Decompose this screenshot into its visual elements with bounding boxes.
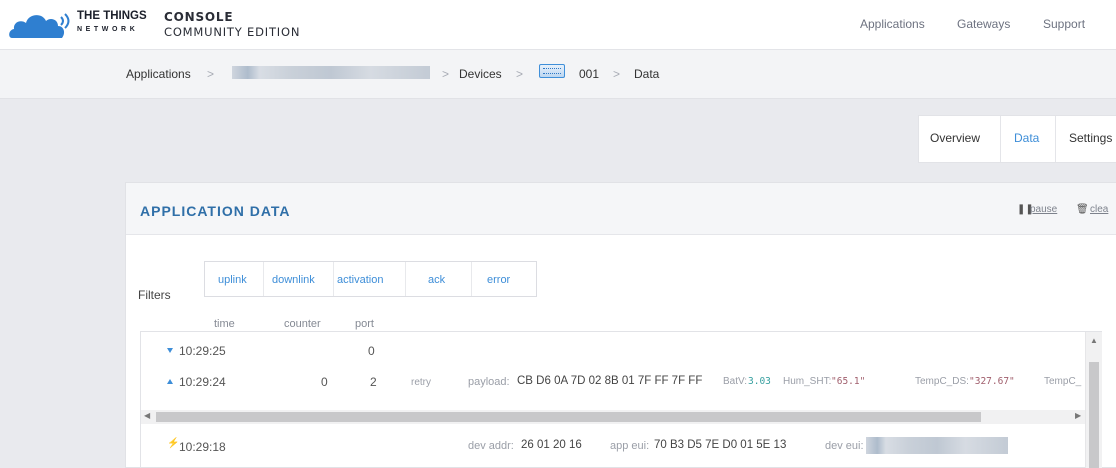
dev-eui-redacted <box>866 437 1008 454</box>
app-eui-value: 70 B3 D5 7E D0 01 5E 13 <box>654 439 787 451</box>
field-value: "65.1" <box>831 376 866 387</box>
field-value: "327.67" <box>969 376 1015 387</box>
data-table: 10:29:25 0 10:29:24 0 2 retry payload: C… <box>140 331 1102 468</box>
nav-support[interactable]: Support <box>1043 17 1085 31</box>
filter-divider <box>333 262 334 296</box>
trash-icon[interactable]: 🗑 <box>1076 204 1089 215</box>
row-time: 10:29:25 <box>179 344 226 358</box>
vertical-scroll-thumb[interactable] <box>1089 362 1099 468</box>
device-tabs: Overview Data Settings <box>918 115 1116 163</box>
tab-data[interactable]: Data <box>1014 131 1039 145</box>
nav-gateways[interactable]: Gateways <box>957 17 1010 31</box>
row-time: 10:29:18 <box>179 440 226 454</box>
dev-eui-label: dev eui: <box>825 440 864 452</box>
field-key: BatV: <box>723 376 748 387</box>
table-row[interactable]: 10:29:24 0 2 retry payload: CB D6 0A 7D … <box>141 368 1086 408</box>
filter-divider <box>471 262 472 296</box>
row-port: 2 <box>370 375 377 389</box>
edition-title: COMMUNITY EDITION <box>164 25 301 39</box>
filter-ack[interactable]: ack <box>428 274 445 286</box>
filter-downlink[interactable]: downlink <box>272 274 315 286</box>
cloud-logo-icon[interactable] <box>8 8 72 40</box>
field-key: TempC_ <box>1044 376 1082 387</box>
crumb-applications[interactable]: Applications <box>126 67 191 81</box>
vertical-scrollbar[interactable]: ▲ <box>1085 332 1102 468</box>
crumb-separator: > <box>442 67 450 81</box>
field-key: Hum_SHT: <box>783 376 832 387</box>
scroll-right-icon[interactable]: ▶ <box>1075 411 1081 420</box>
filter-uplink[interactable]: uplink <box>218 274 247 286</box>
filter-divider <box>263 262 264 296</box>
horizontal-scroll-thumb[interactable] <box>156 412 981 422</box>
tab-settings[interactable]: Settings <box>1069 131 1112 145</box>
crumb-separator: > <box>207 67 215 81</box>
filter-group: uplink downlink activation ack error <box>204 261 537 297</box>
uplink-icon <box>167 379 173 384</box>
crumb-device-id[interactable]: 001 <box>579 67 599 81</box>
panel-header: APPLICATION DATA ❚❚ pause 🗑 clea <box>126 183 1116 235</box>
tab-divider <box>1055 116 1056 162</box>
crumb-separator: > <box>613 67 621 81</box>
top-header: THE THINGS NETWORK CONSOLE COMMUNITY EDI… <box>0 0 1116 50</box>
crumb-data: Data <box>634 67 660 81</box>
downlink-icon <box>167 348 173 353</box>
horizontal-scrollbar[interactable]: ◀ ▶ <box>141 410 1086 424</box>
filter-error[interactable]: error <box>487 274 510 286</box>
brand-line-2: NETWORK <box>77 26 139 33</box>
application-data-panel: APPLICATION DATA ❚❚ pause 🗑 clea Filters… <box>125 182 1116 468</box>
crumb-separator: > <box>516 67 524 81</box>
table-row[interactable]: ⚡ 10:29:18 dev addr: 26 01 20 16 app eui… <box>141 425 1086 468</box>
brand-name[interactable]: THE THINGS NETWORK <box>77 10 147 35</box>
column-port: port <box>355 318 374 330</box>
pause-button[interactable]: pause <box>1030 204 1057 215</box>
filter-activation[interactable]: activation <box>337 274 383 286</box>
dev-addr-value: 26 01 20 16 <box>521 439 582 451</box>
device-icon <box>539 64 565 78</box>
filters-label: Filters <box>138 288 171 302</box>
breadcrumb: Applications > > Devices > 001 > Data <box>0 50 1116 99</box>
payload-hex: CB D6 0A 7D 02 8B 01 7F FF 7F FF <box>517 375 703 387</box>
row-counter: 0 <box>321 375 328 389</box>
row-time: 10:29:24 <box>179 375 226 389</box>
row-port: 0 <box>368 344 375 358</box>
field-value: 3.03 <box>748 376 771 387</box>
scroll-up-icon[interactable]: ▲ <box>1090 336 1098 345</box>
field-key: TempC_DS: <box>915 376 969 387</box>
tab-divider <box>1000 116 1001 162</box>
panel-title: APPLICATION DATA <box>140 203 291 219</box>
filter-divider <box>405 262 406 296</box>
dev-addr-label: dev addr: <box>468 440 514 452</box>
column-counter: counter <box>284 318 321 330</box>
nav-applications[interactable]: Applications <box>860 17 925 31</box>
app-eui-label: app eui: <box>610 440 650 452</box>
retry-flag: retry <box>411 377 431 388</box>
column-time: time <box>214 318 235 330</box>
activation-icon: ⚡ <box>167 438 180 449</box>
tab-overview[interactable]: Overview <box>930 131 980 145</box>
crumb-devices[interactable]: Devices <box>459 67 502 81</box>
brand-line-1: THE THINGS <box>77 10 147 22</box>
crumb-application-redacted[interactable] <box>232 66 430 79</box>
scroll-left-icon[interactable]: ◀ <box>144 411 150 420</box>
clear-button[interactable]: clea <box>1090 204 1108 215</box>
table-row[interactable]: 10:29:25 0 <box>141 332 1086 367</box>
console-title: CONSOLE <box>164 10 234 24</box>
payload-label: payload: <box>468 376 510 388</box>
